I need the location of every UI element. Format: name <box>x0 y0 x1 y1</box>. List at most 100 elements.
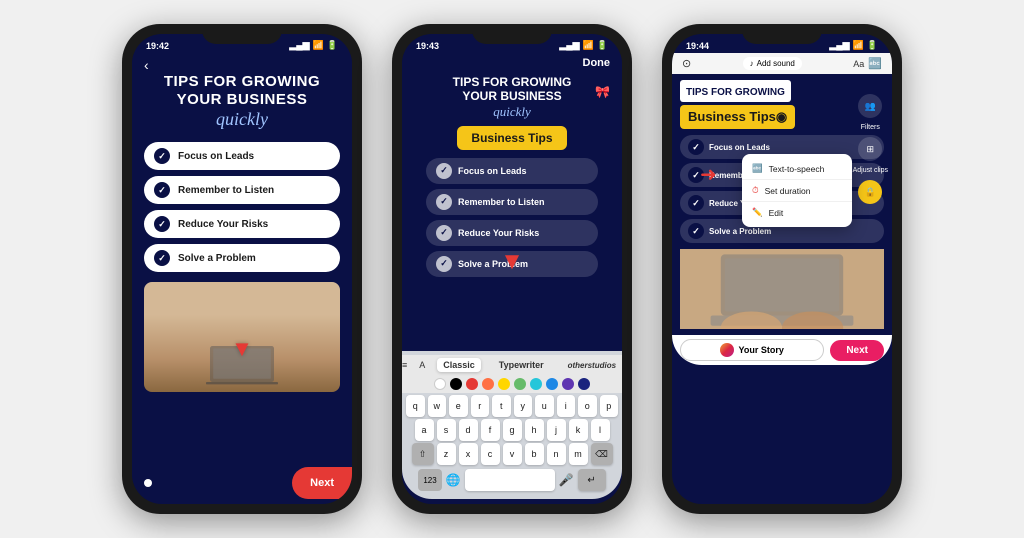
key-f[interactable]: f <box>481 419 500 441</box>
key-x[interactable]: x <box>459 443 478 465</box>
key-p[interactable]: p <box>600 395 619 417</box>
phone1-script-title: quickly <box>164 109 320 130</box>
back-arrow-icon[interactable]: ‹ <box>144 57 149 73</box>
phone1-checklist: Focus on Leads Remember to Listen Reduce… <box>144 142 340 272</box>
color-blue[interactable] <box>546 378 558 390</box>
your-story-label: Your Story <box>738 345 783 355</box>
your-story-button[interactable]: Your Story <box>680 339 824 361</box>
list-item: Remember to Listen <box>144 176 340 204</box>
phone-notch-1 <box>202 24 282 44</box>
key-v[interactable]: v <box>503 443 522 465</box>
key-u[interactable]: u <box>535 395 554 417</box>
business-tips-badge-3[interactable]: Business Tips◉ <box>680 105 795 129</box>
key-d[interactable]: d <box>459 419 478 441</box>
top-right-controls: Aa 🔤 <box>853 57 882 70</box>
key-m[interactable]: m <box>569 443 588 465</box>
color-navy[interactable] <box>578 378 590 390</box>
laptop-svg-3 <box>680 249 884 329</box>
phone-screen-3: 19:44 ▂▄▆ 📶 🔋 ⊙ ♪ Add sound Aa 🔤 TIPS FO… <box>672 34 892 504</box>
keyboard-row-1: q w e r t y u i o p <box>406 395 618 417</box>
duration-icon: ⏱ <box>752 185 759 196</box>
adjust-clips-tool[interactable]: ⊞ <box>858 137 882 161</box>
add-sound-button[interactable]: ♪ Add sound <box>743 57 802 70</box>
phone-3: 19:44 ▂▄▆ 📶 🔋 ⊙ ♪ Add sound Aa 🔤 TIPS FO… <box>662 24 902 514</box>
text-to-speech-option[interactable]: 🔤 Text-to-speech <box>742 158 852 180</box>
color-white[interactable] <box>434 378 446 390</box>
text-icon[interactable]: Aa <box>853 59 864 69</box>
phone-1: 19:42 ▂▄▆ 📶 🔋 ‹ TIPS FOR GROWING YOUR BU… <box>122 24 362 514</box>
key-b[interactable]: b <box>525 443 544 465</box>
list-item: Reduce Your Risks <box>144 210 340 238</box>
red-right-arrow-icon: ➜ <box>700 162 717 187</box>
key-o[interactable]: o <box>578 395 597 417</box>
color-red[interactable] <box>466 378 478 390</box>
next-button[interactable]: Next <box>292 467 352 499</box>
filters-tool[interactable]: 👥 <box>858 94 882 118</box>
globe-icon[interactable]: 🌐 <box>446 473 461 487</box>
key-numbers[interactable]: 123 <box>418 469 441 491</box>
keyboard[interactable]: ≡ A Classic Typewriter otherstudios <box>402 351 622 499</box>
phone-notch-3 <box>742 24 822 44</box>
key-t[interactable]: t <box>492 395 511 417</box>
key-j[interactable]: j <box>547 419 566 441</box>
key-r[interactable]: r <box>471 395 490 417</box>
context-menu: 🔤 Text-to-speech ⏱ Set duration ✏️ Edit <box>742 154 852 227</box>
list-item: Focus on Leads <box>426 158 598 184</box>
key-y[interactable]: y <box>514 395 533 417</box>
lock-tool[interactable]: 🔒 <box>858 180 882 204</box>
status-icons-2: ▂▄▆ 📶 🔋 <box>559 40 608 51</box>
back-circle-icon[interactable]: ⊙ <box>682 57 691 70</box>
key-s[interactable]: s <box>437 419 456 441</box>
phone-2: 19:43 ▂▄▆ 📶 🔋 Done 🎀 TIPS FOR GROWING YO… <box>392 24 632 514</box>
media-icons: 🎀 <box>595 85 610 99</box>
classic-tab[interactable]: Classic <box>437 358 481 372</box>
list-item-label: Remember to Listen <box>458 197 545 207</box>
list-item: Solve a Problem <box>144 244 340 272</box>
align-icon[interactable]: ≡ <box>402 360 407 370</box>
mic-icon[interactable]: 🎤 <box>559 473 574 487</box>
key-z[interactable]: z <box>437 443 456 465</box>
key-return[interactable]: ↵ <box>578 469 606 491</box>
key-g[interactable]: g <box>503 419 522 441</box>
key-w[interactable]: w <box>428 395 447 417</box>
key-i[interactable]: i <box>557 395 576 417</box>
handwriting-tab[interactable]: otherstudios <box>562 359 622 372</box>
color-purple[interactable] <box>562 378 574 390</box>
phone3-next-button[interactable]: Next <box>830 340 884 361</box>
status-time-3: 19:44 <box>686 41 709 51</box>
color-green[interactable] <box>514 378 526 390</box>
done-button[interactable]: Done <box>583 57 611 69</box>
status-icons-1: ▂▄▆ 📶 🔋 <box>289 40 338 51</box>
key-k[interactable]: k <box>569 419 588 441</box>
text-icon[interactable]: A <box>419 360 425 370</box>
key-h[interactable]: h <box>525 419 544 441</box>
key-a[interactable]: a <box>415 419 434 441</box>
key-l[interactable]: l <box>591 419 610 441</box>
edit-option[interactable]: ✏️ Edit <box>742 202 852 223</box>
progress-dot <box>144 479 152 487</box>
check-icon <box>436 163 452 179</box>
phone1-main-title: TIPS FOR GROWING YOUR BUSINESS <box>164 73 320 109</box>
color-orange[interactable] <box>482 378 494 390</box>
signal-icon-1: ▂▄▆ <box>289 40 309 51</box>
filter-icon[interactable]: 🔤 <box>868 57 882 70</box>
key-n[interactable]: n <box>547 443 566 465</box>
key-e[interactable]: e <box>449 395 468 417</box>
color-black[interactable] <box>450 378 462 390</box>
check-icon <box>154 250 170 266</box>
business-tips-badge-2[interactable]: Business Tips <box>457 126 566 150</box>
phone3-main: TIPS FOR GROWING Business Tips◉ Focus on… <box>672 74 892 335</box>
key-shift[interactable]: ⇧ <box>412 443 434 465</box>
color-yellow[interactable] <box>498 378 510 390</box>
set-duration-option[interactable]: ⏱ Set duration <box>742 180 852 202</box>
key-delete[interactable]: ⌫ <box>591 443 613 465</box>
title-line1: TIPS FOR GROWING <box>164 73 320 91</box>
wifi-icon-1: 📶 <box>313 40 324 51</box>
typewriter-tab[interactable]: Typewriter <box>493 358 550 372</box>
list-item: Remember to Listen <box>426 189 598 215</box>
key-c[interactable]: c <box>481 443 500 465</box>
key-q[interactable]: q <box>406 395 425 417</box>
key-space[interactable] <box>465 469 555 491</box>
color-cyan[interactable] <box>530 378 542 390</box>
phone3-footer: Your Story Next <box>672 335 892 365</box>
